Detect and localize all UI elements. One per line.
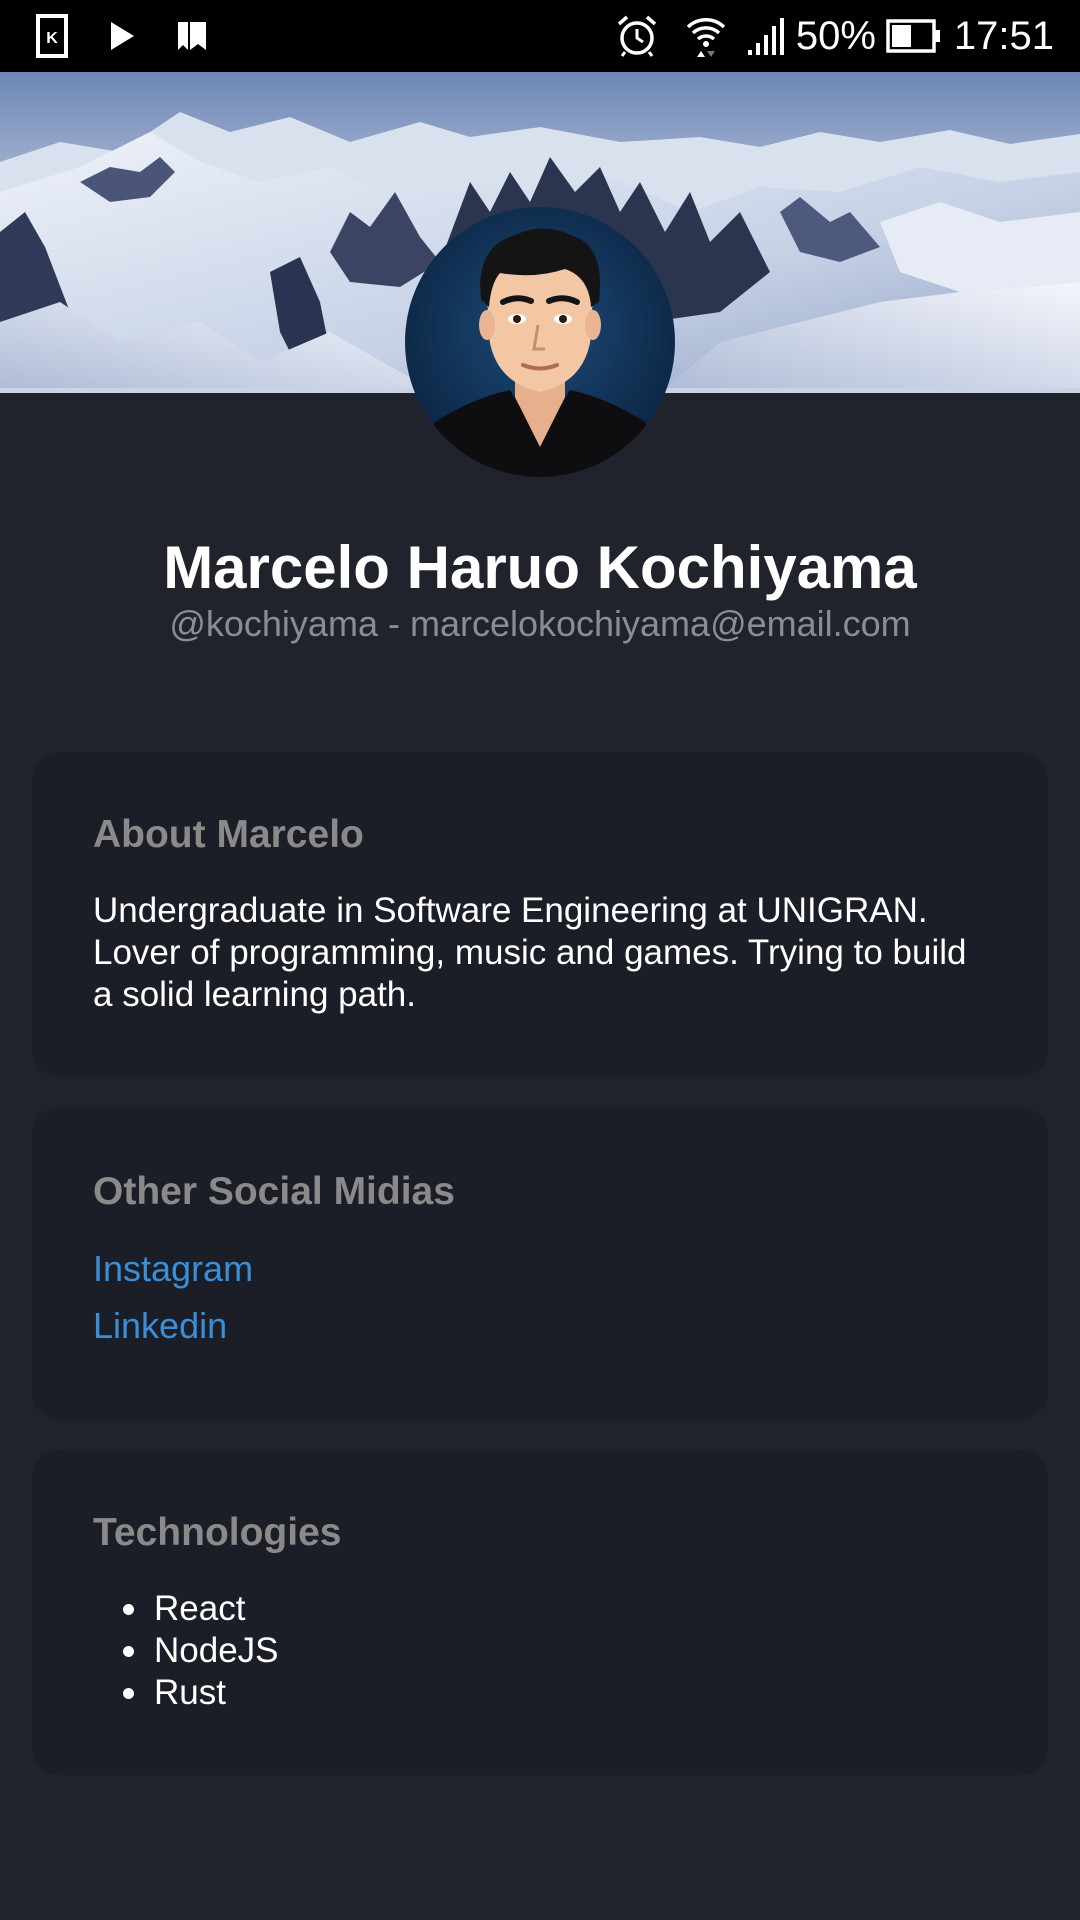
status-bar-left: K	[36, 12, 208, 60]
technologies-title: Technologies	[93, 1511, 342, 1554]
social-card: Other Social Midias Instagram Linkedin	[32, 1107, 1048, 1420]
linkedin-link[interactable]: Linkedin	[93, 1302, 227, 1350]
about-title: About Marcelo	[93, 813, 364, 856]
battery-icon	[886, 19, 942, 53]
kindle-app-icon: K	[36, 14, 68, 58]
technology-label: React	[154, 1589, 246, 1628]
profile-name: Marcelo Haruo Kochiyama	[163, 534, 917, 601]
list-item: NodeJS	[93, 1630, 279, 1672]
about-card: About Marcelo Undergraduate in Software …	[32, 752, 1048, 1077]
bullet-icon	[123, 1604, 134, 1615]
list-item: React	[93, 1588, 279, 1630]
technology-label: Rust	[154, 1673, 226, 1712]
clock: 17:51	[953, 14, 1054, 58]
technology-label: NodeJS	[154, 1631, 279, 1670]
social-title: Other Social Midias	[93, 1170, 455, 1213]
avatar	[405, 207, 675, 477]
cartoon-avatar	[405, 207, 675, 477]
technologies-list: React NodeJS Rust	[93, 1588, 279, 1714]
bullet-icon	[123, 1688, 134, 1699]
bookmarks-icon	[176, 20, 208, 52]
technologies-card: Technologies React NodeJS Rust	[32, 1450, 1048, 1775]
status-bar-right: 50% 17:51	[616, 8, 1054, 64]
play-icon	[108, 20, 136, 52]
status-bar: K 50% 17:51	[0, 0, 1080, 72]
signal-icon	[746, 16, 790, 56]
about-text: Undergraduate in Software Engineering at…	[93, 891, 967, 1014]
alarm-icon	[616, 14, 658, 58]
bullet-icon	[123, 1646, 134, 1657]
list-item: Rust	[93, 1672, 279, 1714]
instagram-link[interactable]: Instagram	[93, 1245, 253, 1293]
profile-handle-email: @kochiyama - marcelokochiyama@email.com	[169, 603, 911, 644]
battery-percent: 50%	[795, 14, 876, 58]
wifi-icon	[684, 13, 728, 59]
svg-text:K: K	[46, 30, 58, 47]
